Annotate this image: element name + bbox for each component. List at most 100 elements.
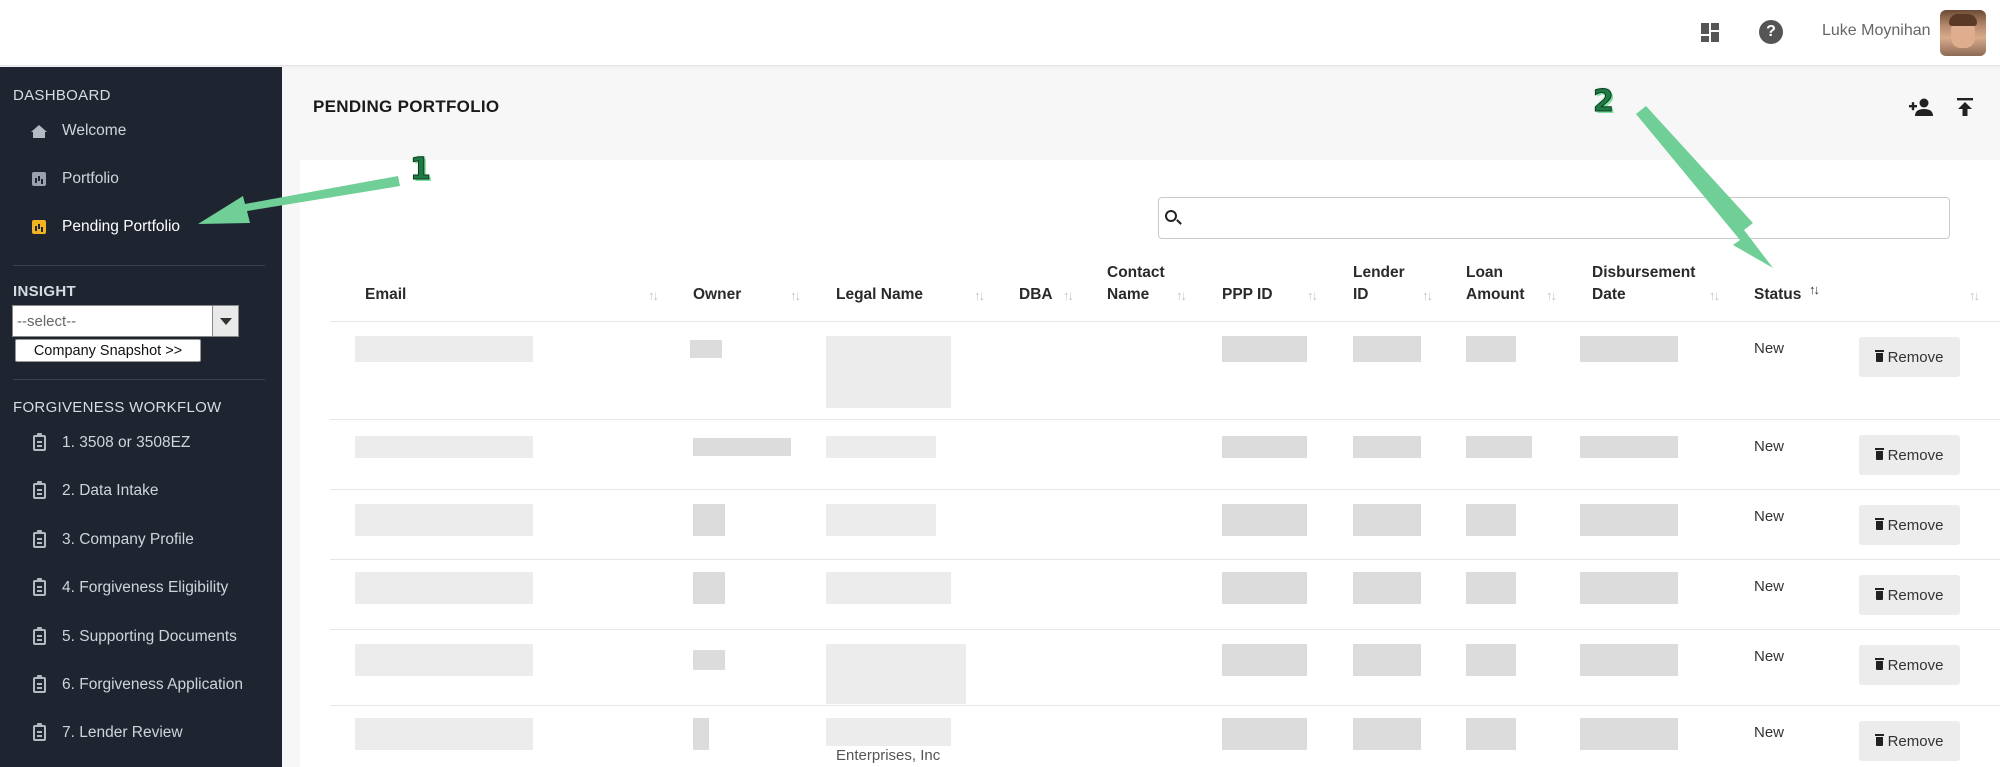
status-badge: New [1754, 648, 1785, 665]
sidebar-item-workflow-1[interactable]: 1. 3508 or 3508EZ [0, 423, 282, 463]
help-icon[interactable]: ? [1759, 20, 1783, 44]
sidebar-item-label: 7. Lender Review [62, 724, 183, 741]
clipboard-icon [31, 675, 47, 693]
redacted-disbursement-date [1580, 644, 1678, 676]
redacted-owner [693, 718, 709, 750]
sidebar-item-workflow-5[interactable]: 5. Supporting Documents [0, 617, 282, 657]
sort-icon[interactable]: ↑↓ [1307, 288, 1318, 303]
redacted-disbursement-date [1580, 572, 1678, 604]
redacted-ppp-id [1222, 436, 1307, 458]
sidebar-item-welcome[interactable]: Welcome [0, 111, 282, 151]
clipboard-icon [31, 723, 47, 741]
column-header-email[interactable]: Email [365, 284, 406, 306]
redacted-loan-amount [1466, 336, 1516, 362]
redacted-loan-amount [1466, 572, 1516, 604]
sort-icon[interactable]: ↑↓ [1063, 288, 1074, 303]
sidebar: DASHBOARD Welcome Portfolio Pending Port… [0, 67, 282, 767]
sidebar-item-pending-portfolio[interactable]: Pending Portfolio [0, 207, 282, 247]
column-header-contact-name[interactable]: Contact Name [1107, 262, 1165, 306]
sidebar-item-label: 6. Forgiveness Application [62, 676, 243, 693]
remove-button[interactable]: Remove [1859, 505, 1960, 545]
sort-icon[interactable]: ↑↓ [790, 288, 801, 303]
column-header-ppp-id[interactable]: PPP ID [1222, 284, 1273, 306]
remove-button[interactable]: Remove [1859, 435, 1960, 475]
status-badge: New [1754, 724, 1785, 741]
sort-icon[interactable]: ↑↓ [648, 288, 659, 303]
home-icon [31, 123, 47, 139]
sidebar-divider [13, 265, 265, 266]
redacted-email [355, 718, 533, 750]
row-divider [330, 559, 2000, 560]
column-header-status[interactable]: Status [1754, 284, 1801, 306]
add-user-icon[interactable] [1908, 96, 1934, 118]
column-header-lender-id[interactable]: Lender ID [1353, 262, 1405, 306]
redacted-loan-amount [1466, 436, 1532, 458]
redacted-owner [693, 650, 725, 670]
sort-icon[interactable]: ↑↓ [1422, 288, 1433, 303]
status-badge: New [1754, 508, 1785, 525]
trash-icon [1874, 657, 1884, 670]
remove-button[interactable]: Remove [1859, 721, 1960, 761]
status-badge: New [1754, 438, 1785, 455]
avatar[interactable] [1940, 10, 1986, 56]
column-header-legal-name[interactable]: Legal Name [836, 284, 923, 306]
column-header-loan-amount[interactable]: Loan Amount [1466, 262, 1525, 306]
clipboard-icon [31, 627, 47, 645]
upload-icon[interactable] [1955, 96, 1975, 118]
sidebar-item-label: 4. Forgiveness Eligibility [62, 579, 229, 596]
clipboard-icon [31, 578, 47, 596]
redacted-email [355, 504, 533, 536]
redacted-loan-amount [1466, 504, 1516, 536]
redacted-email [355, 336, 533, 362]
table-header-divider [330, 321, 2000, 322]
remove-button[interactable]: Remove [1859, 337, 1960, 377]
sidebar-item-workflow-7[interactable]: 7. Lender Review [0, 713, 282, 753]
column-header-owner[interactable]: Owner [693, 284, 741, 306]
redacted-lender-id [1353, 718, 1421, 750]
redacted-email [355, 436, 533, 458]
sidebar-item-workflow-4[interactable]: 4. Forgiveness Eligibility [0, 568, 282, 608]
search-input[interactable] [1158, 197, 1950, 239]
redacted-ppp-id [1222, 644, 1307, 676]
trash-icon [1874, 447, 1884, 460]
sidebar-item-label: Pending Portfolio [62, 218, 181, 235]
redacted-owner [693, 504, 725, 536]
column-header-dba[interactable]: DBA [1019, 284, 1053, 306]
sort-icon[interactable]: ↑↓ [974, 288, 985, 303]
sort-icon[interactable]: ↑↓ [1969, 288, 1980, 303]
column-header-disbursement-date[interactable]: Disbursement Date [1592, 262, 1695, 306]
clipboard-icon [31, 481, 47, 499]
insight-select[interactable]: --select-- [12, 305, 239, 337]
sidebar-item-workflow-2[interactable]: 2. Data Intake [0, 471, 282, 511]
trash-icon [1874, 587, 1884, 600]
trash-icon [1874, 733, 1884, 746]
row-divider [330, 419, 2000, 420]
dashboard-icon[interactable] [1698, 20, 1722, 44]
redacted-disbursement-date [1580, 504, 1678, 536]
redacted-disbursement-date [1580, 336, 1678, 362]
redacted-ppp-id [1222, 504, 1307, 536]
sort-icon[interactable]: ↑↓ [1176, 288, 1187, 303]
row-divider [330, 629, 2000, 630]
sort-icon[interactable]: ↑↓ [1709, 288, 1720, 303]
sidebar-heading-workflow: FORGIVENESS WORKFLOW [13, 399, 222, 416]
sort-icon[interactable]: ↑↓ [1546, 288, 1557, 303]
remove-button[interactable]: Remove [1859, 575, 1960, 615]
sidebar-item-workflow-3[interactable]: 3. Company Profile [0, 520, 282, 560]
remove-button[interactable]: Remove [1859, 645, 1960, 685]
redacted-legal-name [826, 644, 966, 704]
user-name[interactable]: Luke Moynihan [1822, 22, 1931, 40]
sidebar-item-workflow-6[interactable]: 6. Forgiveness Application [0, 665, 282, 705]
redacted-lender-id [1353, 504, 1421, 536]
sort-icon[interactable]: ↑↓ [1809, 282, 1820, 297]
redacted-legal-name [826, 718, 951, 746]
redacted-lender-id [1353, 644, 1421, 676]
company-snapshot-button[interactable]: Company Snapshot >> [15, 339, 201, 362]
chevron-down-icon[interactable] [212, 306, 238, 336]
sidebar-item-label: Welcome [62, 122, 127, 139]
portfolio-table-card [300, 160, 2000, 767]
search-icon [1165, 210, 1177, 222]
trash-icon [1874, 517, 1884, 530]
sidebar-item-portfolio[interactable]: Portfolio [0, 159, 282, 199]
redacted-owner [690, 340, 722, 358]
